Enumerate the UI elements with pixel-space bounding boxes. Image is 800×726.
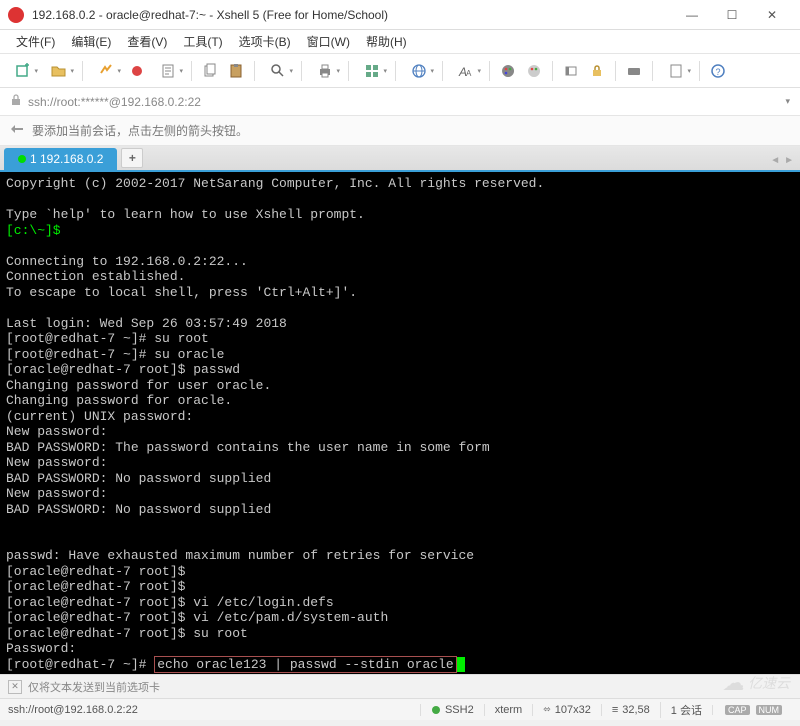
status-sessions: 1 会话 [660, 702, 712, 718]
menu-edit[interactable]: 编辑(E) [63, 31, 119, 52]
tab-nav: ◄ ► [770, 155, 794, 166]
encoding-button[interactable]: ▾ [402, 59, 436, 83]
status-connection: ssh://root@192.168.0.2:22 [8, 704, 420, 716]
window-title: 192.168.0.2 - oracle@redhat-7:~ - Xshell… [32, 8, 672, 22]
separator [442, 61, 443, 81]
titlebar: 192.168.0.2 - oracle@redhat-7:~ - Xshell… [0, 0, 800, 30]
svg-text:A: A [466, 69, 472, 78]
separator [489, 61, 490, 81]
addressbar: ssh://root:******@192.168.0.2:22 ▾ [0, 88, 800, 116]
svg-text:?: ? [716, 67, 721, 77]
minimize-button[interactable]: — [672, 1, 712, 29]
toggle1-button[interactable] [559, 59, 583, 83]
address-text[interactable]: ssh://root:******@192.168.0.2:22 [28, 95, 201, 109]
tabbar: 1 192.168.0.2 + ◄ ► [0, 146, 800, 172]
disconnect-button[interactable] [125, 59, 149, 83]
help-button[interactable]: ? [706, 59, 730, 83]
find-button[interactable]: ▾ [261, 59, 295, 83]
infobar: ✕ 仅将文本发送到当前选项卡 [0, 674, 800, 698]
app-icon [8, 7, 24, 23]
maximize-button[interactable]: ☐ [712, 1, 752, 29]
address-dropdown[interactable]: ▾ [785, 96, 790, 107]
tab-label: 1 192.168.0.2 [30, 152, 103, 166]
statusbar: ssh://root@192.168.0.2:22 SSH2 xterm ⬄ 1… [0, 698, 800, 720]
menu-tab[interactable]: 选项卡(B) [231, 31, 299, 52]
lock-button[interactable] [585, 59, 609, 83]
reconnect-button[interactable]: ▾ [89, 59, 123, 83]
menu-help[interactable]: 帮助(H) [358, 31, 415, 52]
paste-button[interactable] [224, 59, 248, 83]
status-caps: CAPNUM [712, 705, 792, 715]
font-button[interactable]: AA▾ [449, 59, 483, 83]
status-pos: ≡ 32,58 [601, 704, 660, 716]
separator [348, 61, 349, 81]
print-button[interactable]: ▾ [308, 59, 342, 83]
close-button[interactable]: ✕ [752, 1, 792, 29]
open-session-button[interactable]: ▾ [42, 59, 76, 83]
menu-window[interactable]: 窗口(W) [299, 31, 358, 52]
cloud-icon: ☁ [722, 670, 744, 696]
window-controls: — ☐ ✕ [672, 1, 792, 29]
script-button[interactable]: ▾ [659, 59, 693, 83]
toolbar: ▾ ▾ ▾ ▾ ▾ ▾ ▾ ▾ AA▾ ▾ ? [0, 54, 800, 88]
separator [552, 61, 553, 81]
tab-prev-button[interactable]: ◄ [770, 155, 780, 166]
color-scheme-button[interactable] [496, 59, 520, 83]
add-tab-button[interactable]: + [121, 148, 143, 168]
menubar: 文件(F) 编辑(E) 查看(V) 工具(T) 选项卡(B) 窗口(W) 帮助(… [0, 30, 800, 54]
color-scheme2-button[interactable] [522, 59, 546, 83]
keyboard-button[interactable] [622, 59, 646, 83]
watermark-text: 亿速云 [748, 673, 790, 693]
separator [699, 61, 700, 81]
menu-tools[interactable]: 工具(T) [175, 31, 230, 52]
hint-text: 要添加当前会话，点击左侧的箭头按钮。 [32, 122, 248, 139]
separator [615, 61, 616, 81]
hint-icon[interactable] [10, 122, 24, 139]
infobar-close-button[interactable]: ✕ [8, 680, 22, 694]
new-session-button[interactable]: ▾ [6, 59, 40, 83]
connection-status-icon [18, 155, 26, 163]
separator [652, 61, 653, 81]
hintbar: 要添加当前会话，点击左侧的箭头按钮。 [0, 116, 800, 146]
layout-button[interactable]: ▾ [355, 59, 389, 83]
copy-button[interactable] [198, 59, 222, 83]
separator [254, 61, 255, 81]
menu-file[interactable]: 文件(F) [8, 31, 63, 52]
status-size: ⬄ 107x32 [532, 704, 601, 716]
watermark: ☁ 亿速云 [722, 670, 790, 696]
tab-next-button[interactable]: ► [784, 155, 794, 166]
properties-button[interactable]: ▾ [151, 59, 185, 83]
terminal[interactable]: Copyright (c) 2002-2017 NetSarang Comput… [0, 172, 800, 674]
session-tab[interactable]: 1 192.168.0.2 [4, 148, 117, 170]
separator [395, 61, 396, 81]
status-ssh: SSH2 [420, 704, 484, 716]
lock-icon [10, 94, 22, 109]
menu-view[interactable]: 查看(V) [119, 31, 175, 52]
separator [82, 61, 83, 81]
infobar-text: 仅将文本发送到当前选项卡 [28, 679, 160, 695]
separator [191, 61, 192, 81]
separator [301, 61, 302, 81]
status-term: xterm [484, 704, 533, 716]
